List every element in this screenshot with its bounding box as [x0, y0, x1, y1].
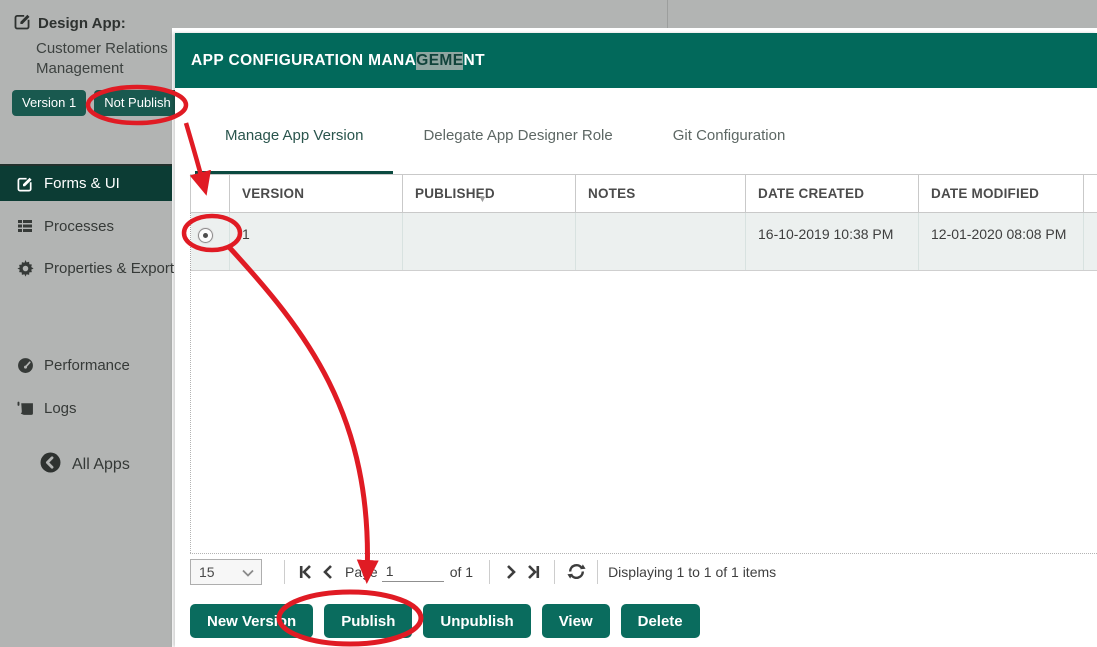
divider — [489, 560, 490, 584]
publish-button[interactable]: Publish — [324, 604, 412, 638]
extra-cell — [1084, 213, 1097, 271]
sidebar-item-logs[interactable]: Logs — [0, 391, 172, 425]
divider — [284, 560, 285, 584]
dialog-title-selected-text: GEME — [416, 52, 463, 70]
sidebar-item-processes[interactable]: Processes — [0, 209, 172, 243]
tab-bar: Manage App Version Delegate App Designer… — [195, 88, 1097, 175]
chevron-down-icon — [242, 564, 254, 580]
date-modified-cell: 12-01-2020 08:08 PM — [919, 213, 1084, 271]
column-header-date-created[interactable]: DATE CREATED — [746, 175, 919, 213]
table-header-row: VERSION PUBLISHED NOTES DATE CREATED DAT… — [191, 175, 1097, 213]
list-icon — [16, 218, 34, 234]
dialog-title: APP CONFIGURATION MANAGEMENT — [175, 33, 1097, 88]
column-header-published[interactable]: PUBLISHED — [403, 175, 576, 213]
pagination-bar: 15 Page of 1 — [190, 553, 1097, 586]
last-page-icon[interactable] — [522, 560, 544, 584]
sidebar-item-label: Processes — [44, 218, 114, 235]
row-radio-button[interactable] — [198, 228, 213, 243]
version-badge: Version 1 — [12, 90, 86, 116]
action-buttons: New Version Publish Unpublish View Delet… — [190, 604, 700, 638]
page-number-input[interactable] — [382, 561, 444, 582]
column-header-select — [191, 175, 230, 213]
unpublish-button[interactable]: Unpublish — [423, 604, 530, 638]
page-label: Page — [345, 564, 378, 580]
delete-button[interactable]: Delete — [621, 604, 700, 638]
refresh-icon[interactable] — [565, 560, 587, 584]
divider — [554, 560, 555, 584]
sidebar-item-label: Forms & UI — [44, 175, 120, 192]
divider — [597, 560, 598, 584]
tab-delegate-app-designer-role[interactable]: Delegate App Designer Role — [393, 88, 642, 174]
page-size-select[interactable]: 15 — [190, 559, 262, 585]
pencil-square-icon — [14, 13, 31, 34]
published-cell — [403, 213, 576, 271]
column-header-version[interactable]: VERSION — [230, 175, 403, 213]
dialog-title-text: APP CONFIGURATION MANA — [191, 52, 416, 70]
sidebar-item-label: Performance — [44, 357, 130, 374]
sidebar-nav: Forms & UI Processes Properties & Export… — [0, 164, 172, 425]
version-cell: 1 — [230, 213, 403, 271]
logs-icon — [16, 400, 34, 417]
table-empty-area — [190, 270, 1097, 553]
view-button[interactable]: View — [542, 604, 610, 638]
first-page-icon[interactable] — [295, 560, 317, 584]
date-created-cell: 16-10-2019 10:38 PM — [746, 213, 919, 271]
sidebar-item-label: Logs — [44, 400, 77, 417]
top-bar-divider — [667, 0, 668, 28]
sidebar-item-performance[interactable]: Performance — [0, 348, 172, 382]
sidebar-item-properties-export[interactable]: Properties & Export — [0, 251, 172, 285]
design-app-header: Design App: — [14, 13, 126, 34]
prev-page-icon[interactable] — [317, 560, 339, 584]
sort-indicator-icon[interactable]: ▼ — [478, 194, 487, 204]
tab-git-configuration[interactable]: Git Configuration — [643, 88, 816, 174]
app-name: Customer Relations Management — [36, 39, 176, 79]
page-size-value: 15 — [199, 564, 215, 580]
version-table: VERSION PUBLISHED NOTES DATE CREATED DAT… — [190, 174, 1097, 271]
app-configuration-dialog: APP CONFIGURATION MANAGEMENT Manage App … — [175, 33, 1097, 647]
sidebar-item-all-apps[interactable]: All Apps — [40, 452, 130, 478]
table-row[interactable]: 1 16-10-2019 10:38 PM 12-01-2020 08:08 P… — [191, 213, 1097, 271]
sidebar: Design App: Customer Relations Managemen… — [0, 0, 172, 647]
design-app-label: Design App: — [38, 15, 126, 32]
gear-icon — [16, 260, 34, 277]
tab-manage-app-version[interactable]: Manage App Version — [195, 88, 393, 174]
sidebar-item-label: Properties & Export — [44, 260, 174, 277]
column-header-date-modified[interactable]: DATE MODIFIED — [919, 175, 1084, 213]
pencil-square-icon — [16, 176, 34, 192]
page-count-label: of 1 — [450, 564, 473, 580]
tachometer-icon — [16, 357, 34, 374]
next-page-icon[interactable] — [500, 560, 522, 584]
all-apps-label: All Apps — [72, 456, 130, 474]
column-header-notes[interactable]: NOTES — [576, 175, 746, 213]
row-select-cell — [191, 213, 230, 271]
published-status-badge: Not Publish — [94, 90, 180, 116]
column-header-extra — [1084, 175, 1097, 213]
dialog-title-text: NT — [463, 52, 484, 70]
notes-cell — [576, 213, 746, 271]
new-version-button[interactable]: New Version — [190, 604, 313, 638]
page: Design App: Customer Relations Managemen… — [0, 0, 1097, 647]
pagination-status: Displaying 1 to 1 of 1 items — [608, 564, 776, 580]
back-circle-icon — [40, 452, 61, 478]
sidebar-item-forms-ui[interactable]: Forms & UI — [0, 164, 172, 201]
